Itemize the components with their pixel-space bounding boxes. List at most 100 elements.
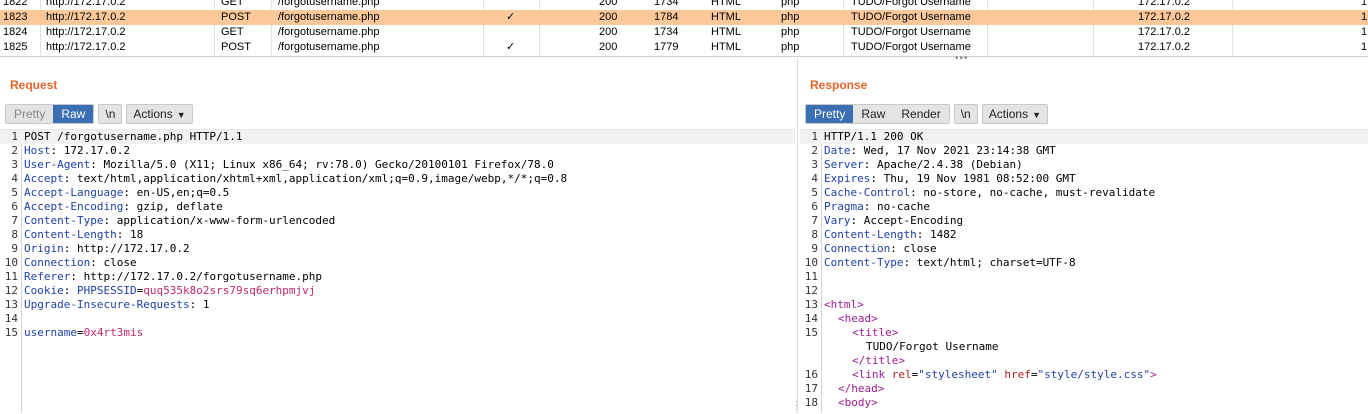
code-line: 13 Upgrade-Insecure-Requests: 1 xyxy=(4,298,210,311)
start-line: HTTP/1.1 200 OK xyxy=(824,130,924,143)
history-row[interactable]: 1824 http://172.17.0.2 GET/forgotusername.… xyxy=(0,25,1368,40)
response-pretty-tab[interactable]: Pretty xyxy=(806,105,854,123)
history-cell-mime: HTML xyxy=(711,11,741,23)
code-line: 16 <link rel="stylesheet" href="style/sty… xyxy=(804,368,1157,381)
history-cell-ip: 172.17.0.2 xyxy=(1138,41,1190,53)
response-panel: Response Pretty Raw Render \n Actions ▼ 1… xyxy=(800,58,1368,413)
history-cell-mime: HTML xyxy=(711,26,741,38)
code-line: 15 username=0x4rt3mis xyxy=(4,326,144,339)
header-value: no-store, no-cache, must-revalidate xyxy=(923,186,1156,199)
history-cell-url: /forgotusername.php xyxy=(278,11,380,23)
code-line: 11 xyxy=(804,270,818,283)
code-line: 5 Cache-Control: no-store, no-cache, must… xyxy=(811,186,1156,199)
response-title: Response xyxy=(810,78,868,92)
panel-divider[interactable] xyxy=(797,58,798,413)
code-line: 4 Expires: Thu, 19 Nov 1981 08:52:00 GMT xyxy=(811,172,1076,185)
header-value: Apache/2.4.38 (Debian) xyxy=(877,158,1023,171)
html-tag: </head> xyxy=(838,382,885,395)
html-attr-value: "stylesheet" xyxy=(918,368,998,381)
splitter-handle-vertical[interactable]: · · · xyxy=(795,397,798,414)
history-cell-last: 1 xyxy=(1361,11,1368,23)
code-line: 14 <head> xyxy=(804,312,878,325)
code-line: 1 HTTP/1.1 200 OK xyxy=(800,130,1368,144)
history-cell-last: 1 xyxy=(1361,0,1368,8)
history-cell-host: http://172.17.0.2 xyxy=(46,0,126,8)
history-cell-title: TUDO/Forgot Username xyxy=(851,26,971,38)
history-row[interactable]: 1825 http://172.17.0.2 POST/forgotusername… xyxy=(0,40,1368,55)
history-cell-title: TUDO/Forgot Username xyxy=(851,0,971,8)
header-value: close xyxy=(103,256,137,269)
history-cell-last: 1 xyxy=(1361,41,1368,53)
header-value: text/html,application/xhtml+xml,applicat… xyxy=(77,172,568,185)
header-name: Expires xyxy=(824,172,871,185)
actions-label: Actions xyxy=(133,107,173,121)
header-value: application/x-www-form-urlencoded xyxy=(116,214,336,227)
history-cell-ip: 172.17.0.2 xyxy=(1138,11,1190,23)
history-cell-ip: 172.17.0.2 xyxy=(1138,0,1190,8)
history-cell-method: GET xyxy=(221,0,244,8)
history-row[interactable]: 1822 http://172.17.0.2 GET/forgotusername.… xyxy=(0,0,1368,10)
code-line: 17 </head> xyxy=(804,382,885,395)
code-line: 4 Accept: text/html,application/xhtml+xml… xyxy=(11,172,568,185)
response-newline-toggle[interactable]: \n xyxy=(953,104,978,124)
chevron-down-icon: ▼ xyxy=(1032,110,1042,120)
history-cell-status: 200 xyxy=(599,11,618,23)
history-cell-url: /forgotusername.php xyxy=(278,26,380,38)
history-cell-ext: php xyxy=(781,41,800,53)
response-actions-dropdown[interactable]: Actions ▼ xyxy=(981,104,1049,124)
header-value: 18 xyxy=(129,228,144,241)
request-pretty-tab[interactable]: Pretty xyxy=(6,105,54,123)
code-line: 13 <html> xyxy=(804,298,864,311)
request-actions-dropdown[interactable]: Actions ▼ xyxy=(126,104,193,124)
body-param-value: 0x4rt3mis xyxy=(83,326,144,339)
header-name: Date xyxy=(824,144,851,157)
header-name: Connection xyxy=(824,242,891,255)
actions-label: Actions xyxy=(988,107,1029,121)
response-editor[interactable]: 1 HTTP/1.1 200 OK 2 Date: Wed, 17 Nov 2021 … xyxy=(800,129,1368,413)
cookie-name: PHPSESSID xyxy=(77,284,137,297)
history-cell-mime: HTML xyxy=(711,41,741,53)
header-name: Origin xyxy=(24,242,64,255)
history-cell-method: POST xyxy=(221,41,251,53)
title-text: TUDO/Forgot Username xyxy=(866,340,999,353)
html-tag: <title> xyxy=(852,326,899,339)
history-cell-mime: HTML xyxy=(711,0,741,8)
header-name: Cache-Control xyxy=(824,186,911,199)
request-editor[interactable]: 1 POST /forgotusername.php HTTP/1.1 2 Host:… xyxy=(0,129,795,413)
code-line: 12 Cookie: PHPSESSID=quq535k8o2srs79sq6er… xyxy=(4,284,316,297)
request-view-toggle: Pretty Raw xyxy=(5,104,95,124)
history-cell-status: 200 xyxy=(599,26,618,38)
code-line: 10 Content-Type: text/html; charset=UTF-8 xyxy=(804,256,1076,269)
history-cell-host: http://172.17.0.2 xyxy=(46,41,126,53)
header-value: no-cache xyxy=(877,200,930,213)
html-attr: href xyxy=(1004,368,1031,381)
header-name: Host xyxy=(24,144,51,157)
history-cell-status: 200 xyxy=(599,0,618,8)
start-line: POST /forgotusername.php HTTP/1.1 xyxy=(24,130,243,143)
request-raw-tab[interactable]: Raw xyxy=(53,105,94,123)
html-tag: <link xyxy=(852,368,886,381)
html-attr: rel xyxy=(891,368,912,381)
history-cell-ip: 172.17.0.2 xyxy=(1138,26,1190,38)
history-cell-params: ✓ xyxy=(506,11,516,23)
response-raw-tab[interactable]: Raw xyxy=(853,105,894,123)
history-cell-host: http://172.17.0.2 xyxy=(46,26,126,38)
history-cell-length: 1734 xyxy=(654,26,679,38)
history-row[interactable]: 1823 http://172.17.0.2 POST/forgotusername… xyxy=(0,10,1368,25)
header-value: 172.17.0.2 xyxy=(63,144,130,157)
history-cell-title: TUDO/Forgot Username xyxy=(851,41,971,53)
request-newline-toggle[interactable]: \n xyxy=(98,104,123,124)
header-value: http://172.17.0.2/forgotusername.php xyxy=(83,270,323,283)
header-name: Content-Length xyxy=(824,228,917,241)
code-line: 8 Content-Length: 18 xyxy=(11,228,144,241)
header-name: Accept-Encoding xyxy=(24,200,124,213)
history-cell-num: 1823 xyxy=(3,11,28,23)
header-name: Cookie xyxy=(24,284,64,297)
code-line: 3 User-Agent: Mozilla/5.0 (X11; Linux x86… xyxy=(11,158,554,171)
response-render-tab[interactable]: Render xyxy=(893,105,949,123)
header-name: Content-Type xyxy=(24,214,104,227)
response-toolbar: Pretty Raw Render \n Actions ▼ xyxy=(805,104,1049,124)
request-panel: Request Pretty Raw \n Actions ▼ 1 POST /fo… xyxy=(0,58,795,413)
code-line: TUDO/Forgot Username xyxy=(800,340,1368,354)
header-name: Content-Length xyxy=(24,228,117,241)
